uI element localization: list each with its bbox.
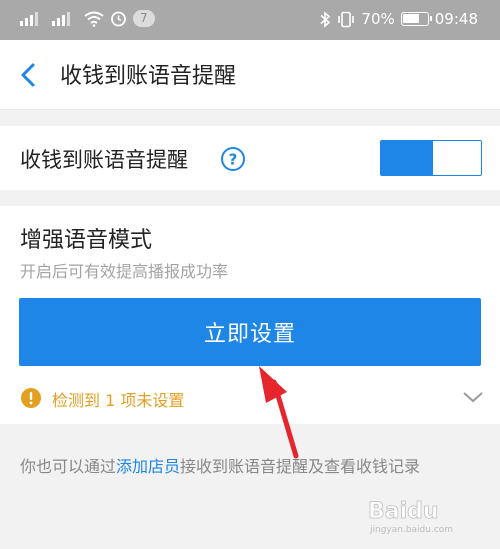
hint-prefix: 你也可以通过 <box>20 457 117 476</box>
enhanced-voice-mode-section: 增强语音模式 开启后可有效提高播报成功率 立即设置 检测到 1 项未设置 <box>0 206 500 424</box>
wifi-icon <box>84 11 104 27</box>
vibrate-icon <box>338 11 355 27</box>
watermark-sub: jingyan.baidu.com <box>369 525 453 535</box>
clock-time: 09:48 <box>434 10 478 28</box>
voice-reminder-row: 收钱到账语音提醒 ? <box>0 126 500 190</box>
status-bar: 7 70% 09:48 <box>0 0 500 40</box>
watermark-brand: Baidu <box>368 499 439 524</box>
add-staff-link[interactable]: 添加店员 <box>116 457 180 476</box>
hint-suffix: 接收到账语音提醒及查看收钱记录 <box>180 457 421 476</box>
unset-items-warning[interactable]: 检测到 1 项未设置 <box>0 378 500 418</box>
add-staff-hint: 你也可以通过添加店员接收到账语音提醒及查看收钱记录 <box>20 453 420 477</box>
bluetooth-icon <box>320 10 331 28</box>
svg-text:?: ? <box>229 151 238 169</box>
baidu-watermark: Baidu jingyan.baidu.com <box>368 499 453 535</box>
question-mark-icon[interactable]: ? <box>220 146 246 172</box>
signal-icon <box>20 11 38 26</box>
voice-reminder-label: 收钱到账语音提醒 <box>20 148 188 172</box>
warning-icon <box>21 388 41 408</box>
page-title: 收钱到账语音提醒 <box>60 64 237 89</box>
chevron-down-icon[interactable] <box>462 389 484 405</box>
notification-count-badge: 7 <box>133 10 155 27</box>
toggle-fill <box>381 141 433 175</box>
alarm-clock-icon <box>111 11 126 27</box>
warning-text: 检测到 1 项未设置 <box>52 391 185 410</box>
battery-icon <box>400 12 432 26</box>
signal-icon <box>52 11 70 26</box>
voice-reminder-toggle[interactable] <box>380 140 482 176</box>
enhanced-mode-title: 增强语音模式 <box>20 228 153 253</box>
toggle-knob <box>433 144 455 172</box>
status-left-icons: 7 <box>20 10 155 27</box>
enhanced-mode-subtitle: 开启后可有效提高播报成功率 <box>20 262 229 281</box>
setup-now-button[interactable]: 立即设置 <box>19 298 481 366</box>
status-right-icons: 70% 09:48 <box>319 10 478 28</box>
battery-percent: 70% <box>361 10 395 28</box>
back-arrow-icon[interactable] <box>14 60 44 90</box>
navigation-bar: 收钱到账语音提醒 <box>0 40 500 110</box>
